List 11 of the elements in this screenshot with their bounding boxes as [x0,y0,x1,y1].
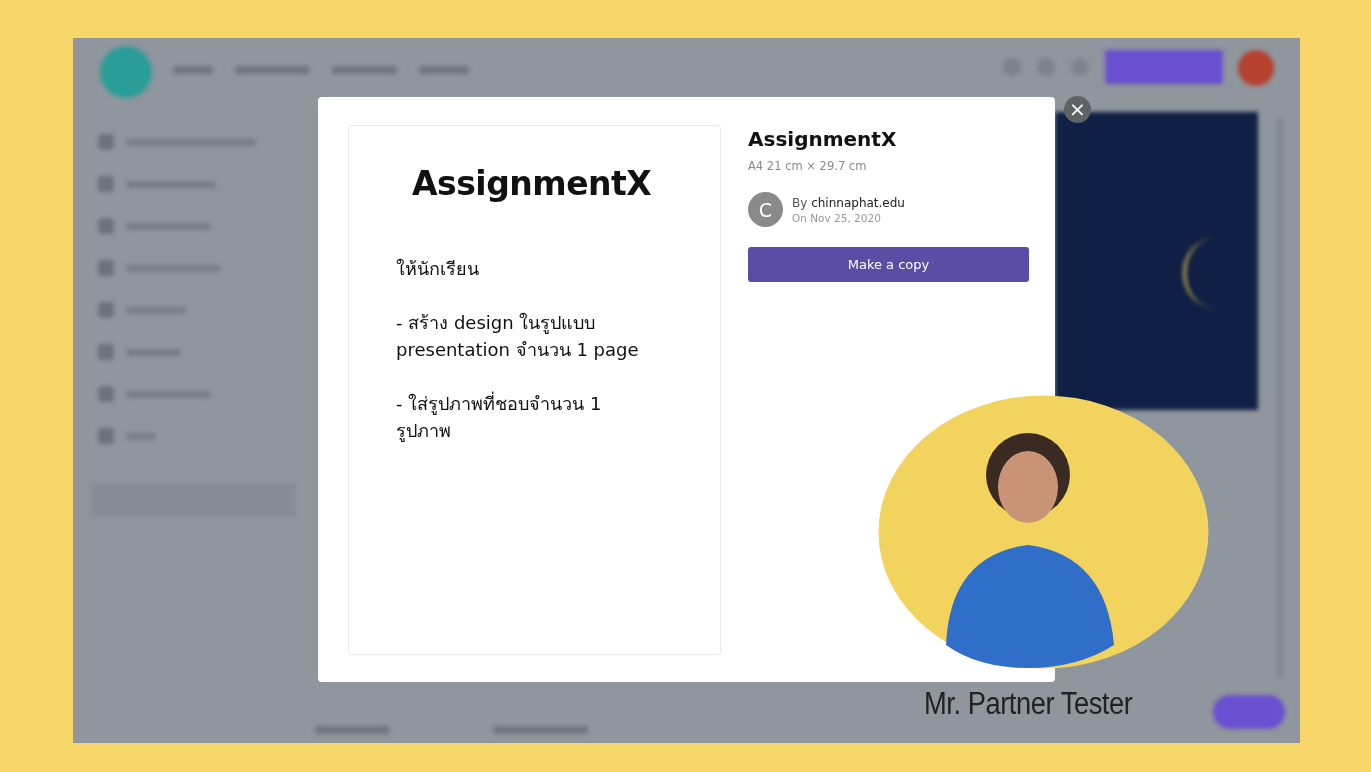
design-size: A4 21 cm × 29.7 cm [748,159,867,173]
author-name: By chinnaphat.edu [792,195,905,210]
preview-paragraph: ให้นักเรียน [396,257,480,281]
design-title: AssignmentX [748,127,897,151]
design-date: On Nov 25, 2020 [792,211,882,224]
presenter-name: Mr. Partner Tester [924,686,1133,722]
preview-paragraph: - สร้าง design ในรูปแบบ presentation จำนวน 1 page [396,311,640,362]
author-avatar: C [748,192,783,227]
make-copy-button[interactable]: Make a copy [748,247,1029,282]
preview-title: AssignmentX [412,164,653,203]
preview-paragraph: - ใส่รูปภาพที่ชอบจำนวน 1 รูปภาพ [396,390,603,444]
